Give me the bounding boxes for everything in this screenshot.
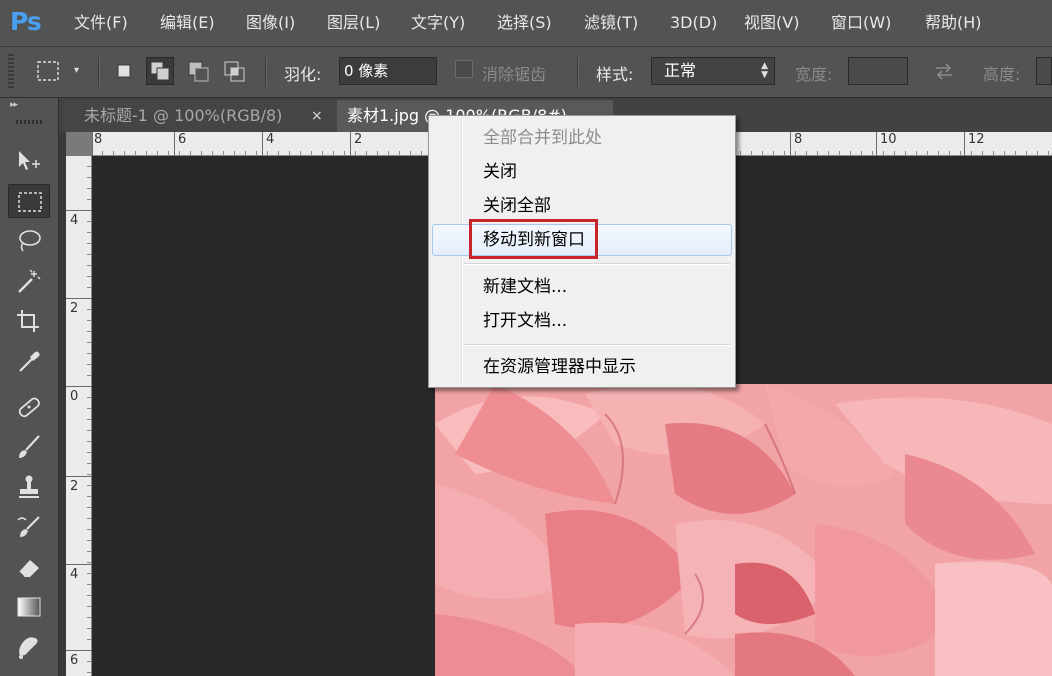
photoshop-logo: Ps [10, 7, 42, 36]
ruler-tick [66, 298, 92, 299]
eyedropper-icon[interactable] [8, 344, 50, 378]
style-select[interactable]: 正常 ▲ ▼ [651, 57, 775, 85]
preset-dropdown-icon[interactable]: ▾ [74, 65, 79, 76]
tab-untitled-close-wrap: × [311, 100, 337, 132]
divider [98, 57, 100, 87]
ctx-consolidate-all-here[interactable]: 全部合并到此处 [432, 122, 732, 154]
style-label: 样式: [596, 65, 634, 84]
menu-help[interactable]: 帮助(H) [925, 12, 982, 34]
menu-separator [464, 344, 730, 346]
ruler-tick [262, 132, 263, 156]
tab-untitled[interactable]: 未标题-1 @ 100%(RGB/8) [64, 100, 337, 132]
annotation-highlight [469, 219, 598, 259]
ruler-tick [876, 132, 877, 156]
height-input[interactable] [1036, 57, 1052, 85]
tools-panel: ▸▸ [0, 98, 59, 676]
ruler-label: 6 [70, 653, 79, 668]
ctx-new-document[interactable]: 新建文档... [432, 271, 732, 303]
ruler-label: 4 [266, 132, 275, 147]
menu-3d[interactable]: 3D(D) [670, 12, 717, 34]
ruler-label: 6 [178, 132, 187, 147]
ruler-label: 12 [968, 132, 985, 147]
menu-file[interactable]: 文件(F) [74, 12, 128, 34]
ruler-label: 4 [70, 213, 79, 228]
antialias-label: 消除锯齿 [482, 65, 547, 84]
divider [265, 57, 267, 87]
ctx-close-all[interactable]: 关闭全部 [432, 190, 732, 222]
ruler-label: 2 [70, 301, 79, 316]
menu-layer[interactable]: 图层(L) [327, 12, 380, 34]
rose-photo[interactable] [435, 384, 1052, 676]
menu-type[interactable]: 文字(Y) [411, 12, 465, 34]
menu-view[interactable]: 视图(V) [744, 12, 799, 34]
ruler-label: 2 [70, 479, 79, 494]
menu-filter[interactable]: 滤镜(T) [584, 12, 638, 34]
menu-select[interactable]: 选择(S) [497, 12, 552, 34]
ruler-tick [350, 132, 351, 156]
brush-tool-icon[interactable] [8, 430, 50, 464]
ruler-label: 8 [794, 132, 803, 147]
dock-gap [59, 132, 66, 676]
options-grip[interactable] [8, 54, 14, 90]
menu-edit[interactable]: 编辑(E) [160, 12, 215, 34]
ruler-label: 0 [70, 389, 79, 404]
ctx-close[interactable]: 关闭 [432, 156, 732, 188]
width-input[interactable] [848, 57, 908, 85]
eraser-tool-icon[interactable] [8, 550, 50, 584]
add-to-selection-icon[interactable] [146, 57, 174, 85]
ruler-label: 8 [94, 132, 103, 147]
height-label: 高度: [983, 65, 1021, 84]
menu-bar: Ps 文件(F) 编辑(E) 图像(I) 图层(L) 文字(Y) 选择(S) 滤… [0, 0, 1052, 47]
select-arrows-icon: ▲ ▼ [761, 61, 768, 80]
marquee-tool-icon[interactable] [8, 184, 50, 218]
magic-wand-icon[interactable] [8, 264, 50, 298]
ruler-tick [174, 132, 175, 156]
ruler-tick [964, 132, 965, 156]
menu-window[interactable]: 窗口(W) [831, 12, 891, 34]
toolbar-grip[interactable] [16, 120, 44, 124]
ruler-tick [66, 386, 92, 387]
ruler-tick [790, 132, 791, 156]
ruler-tick [92, 132, 93, 156]
healing-brush-icon[interactable] [8, 390, 50, 424]
ruler-tick [66, 210, 92, 211]
collapse-panel-icon[interactable]: ▸▸ [10, 100, 18, 110]
ruler-tick [66, 650, 92, 651]
ctx-open-document[interactable]: 打开文档... [432, 305, 732, 337]
new-selection-icon[interactable] [112, 59, 138, 87]
vertical-ruler[interactable]: 4 2 0 2 4 6 [66, 156, 92, 676]
marquee-preset-icon[interactable] [36, 60, 66, 86]
close-icon[interactable]: × [311, 100, 323, 132]
subtract-from-selection-icon[interactable] [186, 59, 212, 87]
ctx-show-in-explorer[interactable]: 在资源管理器中显示 [432, 351, 732, 383]
gradient-tool-icon[interactable] [8, 590, 50, 624]
ruler-label: 10 [880, 132, 897, 147]
ruler-origin[interactable] [66, 132, 92, 156]
menu-separator [464, 263, 730, 265]
move-tool-icon[interactable] [8, 144, 50, 178]
width-label: 宽度: [795, 65, 833, 84]
intersect-selection-icon[interactable] [222, 59, 248, 87]
ruler-tick [66, 476, 92, 477]
ruler-label: 2 [354, 132, 363, 147]
tab-label: 未标题-1 @ 100%(RGB/8) [84, 106, 283, 125]
antialias-checkbox[interactable] [455, 60, 473, 78]
swap-dimensions-icon[interactable] [932, 60, 956, 86]
crop-tool-icon[interactable] [8, 304, 50, 338]
history-brush-icon[interactable] [8, 510, 50, 544]
ruler-label: 4 [70, 567, 79, 582]
lasso-tool-icon[interactable] [8, 224, 50, 258]
feather-label: 羽化: [284, 65, 322, 84]
style-select-value: 正常 [664, 61, 697, 80]
options-bar: ▾ 羽化: 0 像素 消除锯齿 样式: 正常 ▲ ▼ 宽度: 高度: [0, 47, 1052, 98]
menu-image[interactable]: 图像(I) [246, 12, 295, 34]
feather-input[interactable]: 0 像素 [339, 57, 437, 85]
divider [577, 57, 579, 87]
ruler-tick [66, 564, 92, 565]
clone-stamp-icon[interactable] [8, 470, 50, 504]
blur-tool-icon[interactable] [8, 630, 50, 664]
